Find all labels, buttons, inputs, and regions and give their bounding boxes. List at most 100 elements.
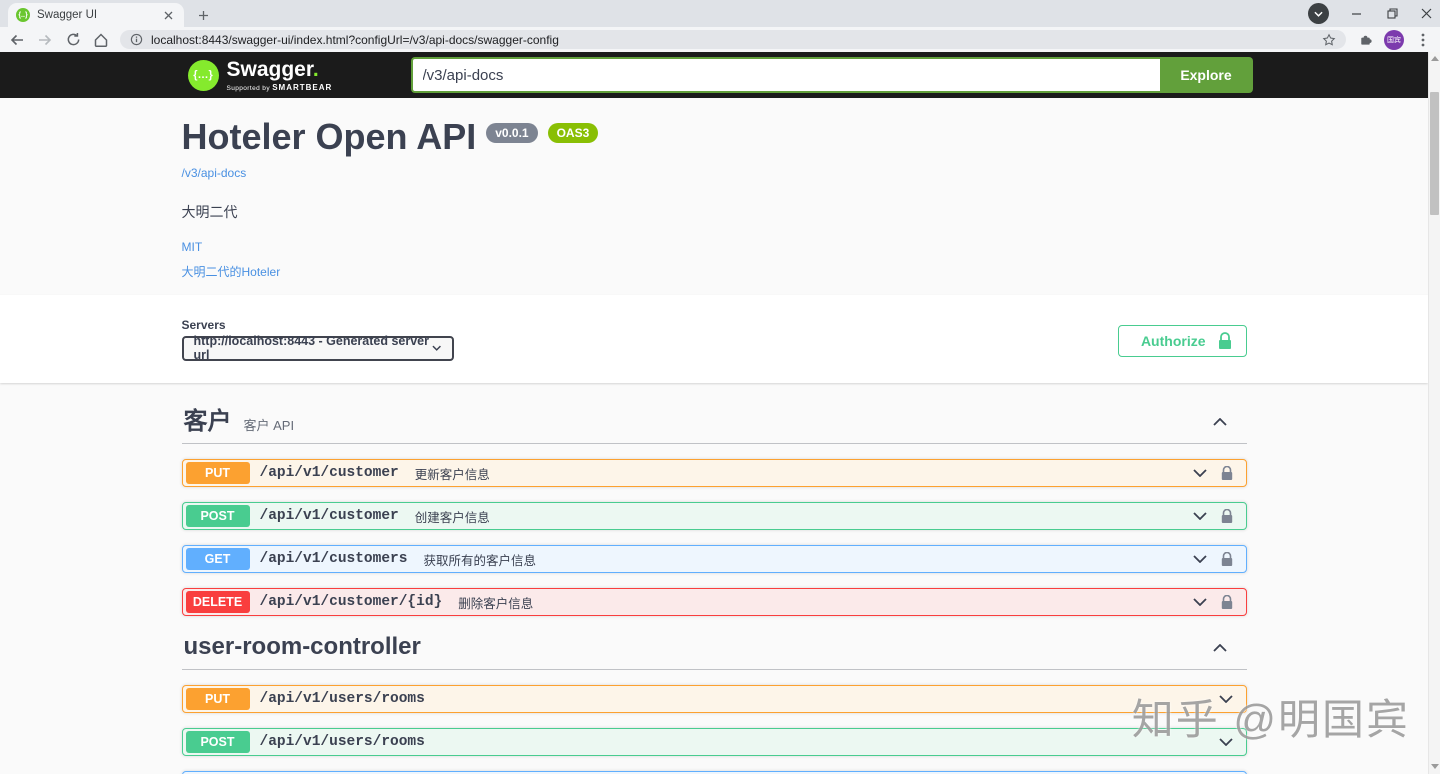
row-icons <box>1193 466 1233 481</box>
method-badge: GET <box>186 548 250 570</box>
swagger-topbar: {…} Swagger. Supported by SMARTBEAR Expl… <box>0 52 1440 98</box>
operation-description: 删除客户信息 <box>458 593 533 612</box>
chevron-up-icon[interactable] <box>1213 644 1227 652</box>
method-badge: PUT <box>186 462 250 484</box>
page-scrollbar[interactable] <box>1428 52 1440 774</box>
operations-container: 客户 客户 API PUT /api/v1/customer 更新客户信息 PO… <box>182 383 1247 774</box>
browser-tab-strip: {..} Swagger UI <box>0 0 1440 27</box>
browser-toolbar: localhost:8443/swagger-ui/index.html?con… <box>0 27 1440 52</box>
operation-path: /api/v1/users/rooms <box>260 691 425 707</box>
operation-path: /api/v1/users/rooms <box>260 734 425 750</box>
operation-rows: PUT /api/v1/customer 更新客户信息 POST /api/v1… <box>182 459 1247 616</box>
oas3-badge: OAS3 <box>548 123 599 143</box>
spec-url-group: Explore <box>411 57 1253 93</box>
section-header[interactable]: 客户 客户 API <box>182 405 1247 444</box>
browser-menu-icon[interactable] <box>1414 31 1432 49</box>
tab-close-icon[interactable] <box>160 7 176 23</box>
window-restore-button[interactable] <box>1374 0 1410 26</box>
extensions-icon[interactable] <box>1356 31 1374 49</box>
swagger-logo-icon: {…} <box>188 60 219 91</box>
media-controls-button[interactable] <box>1308 3 1329 24</box>
swagger-logo: {…} Swagger. Supported by SMARTBEAR <box>188 59 333 92</box>
operation-description: 获取所有的客户信息 <box>423 550 536 569</box>
watermark: 知乎 @明国宾 <box>1132 686 1410 747</box>
swagger-favicon-icon: {..} <box>16 8 30 22</box>
swagger-logo-subtext: Supported by SMARTBEAR <box>227 83 333 92</box>
scheme-container: Servers http://localhost:8443 - Generate… <box>0 295 1428 383</box>
operation-row[interactable]: POST /api/v1/users/rooms <box>182 728 1247 756</box>
api-description: 大明二代 <box>182 202 1247 222</box>
server-select-value: http://localhost:8443 - Generated server… <box>194 334 433 362</box>
swagger-page: Hoteler Open API v0.0.1 OAS3 /v3/api-doc… <box>0 98 1428 774</box>
lock-icon[interactable] <box>1221 595 1233 610</box>
swagger-logo-text: Swagger <box>227 58 313 81</box>
api-title: Hoteler Open API v0.0.1 OAS3 <box>182 116 1247 158</box>
operation-path: /api/v1/customer/{id} <box>260 594 443 610</box>
row-icons <box>1193 552 1233 567</box>
method-badge: DELETE <box>186 591 250 613</box>
server-select[interactable]: http://localhost:8443 - Generated server… <box>182 336 454 361</box>
operation-row[interactable]: GET /api/v1/customers 获取所有的客户信息 <box>182 545 1247 573</box>
url-text[interactable]: localhost:8443/swagger-ui/index.html?con… <box>151 33 1314 47</box>
chevron-down-icon[interactable] <box>1193 512 1207 520</box>
scrollbar-up-icon[interactable] <box>1429 52 1440 64</box>
operation-path: /api/v1/customer <box>260 508 399 524</box>
lock-icon[interactable] <box>1221 509 1233 524</box>
chevron-down-icon <box>432 345 441 351</box>
operation-path: /api/v1/customers <box>260 551 408 567</box>
chevron-down-icon[interactable] <box>1193 469 1207 477</box>
operation-row[interactable]: DELETE /api/v1/customer/{id} 删除客户信息 <box>182 588 1247 616</box>
license-link[interactable]: MIT <box>182 240 1247 254</box>
padlock-icon <box>1218 332 1232 350</box>
scrollbar-thumb[interactable] <box>1430 92 1439 215</box>
servers-label: Servers <box>182 318 454 332</box>
spec-url-input[interactable] <box>411 57 1160 93</box>
operation-path: /api/v1/customer <box>260 465 399 481</box>
forward-icon[interactable] <box>36 31 54 49</box>
authorize-label: Authorize <box>1141 333 1206 349</box>
method-badge: POST <box>186 505 250 527</box>
lock-icon[interactable] <box>1221 552 1233 567</box>
browser-tab[interactable]: {..} Swagger UI <box>8 3 184 27</box>
profile-avatar[interactable]: 国宾 <box>1384 30 1404 50</box>
window-close-button[interactable] <box>1408 0 1440 26</box>
authorize-button[interactable]: Authorize <box>1118 325 1247 357</box>
row-icons <box>1193 509 1233 524</box>
operation-row[interactable]: PUT /api/v1/customer 更新客户信息 <box>182 459 1247 487</box>
api-section: 客户 客户 API PUT /api/v1/customer 更新客户信息 PO… <box>182 405 1247 616</box>
section-title: user-room-controller <box>184 634 421 660</box>
explore-button[interactable]: Explore <box>1160 57 1253 93</box>
version-badge: v0.0.1 <box>486 123 537 143</box>
operation-description: 创建客户信息 <box>415 507 490 526</box>
method-badge: PUT <box>186 688 250 710</box>
window-minimize-button[interactable] <box>1338 0 1374 26</box>
operation-description: 更新客户信息 <box>415 464 490 483</box>
site-info-icon[interactable] <box>130 33 143 46</box>
api-title-text: Hoteler Open API <box>182 116 477 158</box>
bookmark-star-icon[interactable] <box>1322 33 1336 47</box>
back-icon[interactable] <box>8 31 26 49</box>
api-section: user-room-controller PUT /api/v1/users/r… <box>182 630 1247 774</box>
spec-link[interactable]: /v3/api-docs <box>182 166 247 180</box>
row-icons <box>1193 595 1233 610</box>
operation-row[interactable]: POST /api/v1/customer 创建客户信息 <box>182 502 1247 530</box>
section-title: 客户 <box>184 409 232 435</box>
tab-title: Swagger UI <box>37 9 153 21</box>
home-icon[interactable] <box>92 31 110 49</box>
lock-icon[interactable] <box>1221 466 1233 481</box>
api-info-section: Hoteler Open API v0.0.1 OAS3 /v3/api-doc… <box>182 98 1247 295</box>
chevron-down-icon[interactable] <box>1193 598 1207 606</box>
scrollbar-down-icon[interactable] <box>1429 760 1440 772</box>
method-badge: POST <box>186 731 250 753</box>
section-subtitle: 客户 API <box>244 415 295 434</box>
new-tab-button[interactable] <box>193 5 213 25</box>
chevron-down-icon[interactable] <box>1193 555 1207 563</box>
external-docs-link[interactable]: 大明二代的Hoteler <box>182 263 1247 280</box>
reload-icon[interactable] <box>64 31 82 49</box>
servers-block: Servers http://localhost:8443 - Generate… <box>182 318 454 361</box>
operation-rows: PUT /api/v1/users/rooms POST /api/v1/use… <box>182 685 1247 774</box>
chevron-up-icon[interactable] <box>1213 418 1227 426</box>
operation-row[interactable]: PUT /api/v1/users/rooms <box>182 685 1247 713</box>
section-header[interactable]: user-room-controller <box>182 630 1247 669</box>
url-bar[interactable]: localhost:8443/swagger-ui/index.html?con… <box>120 30 1346 49</box>
